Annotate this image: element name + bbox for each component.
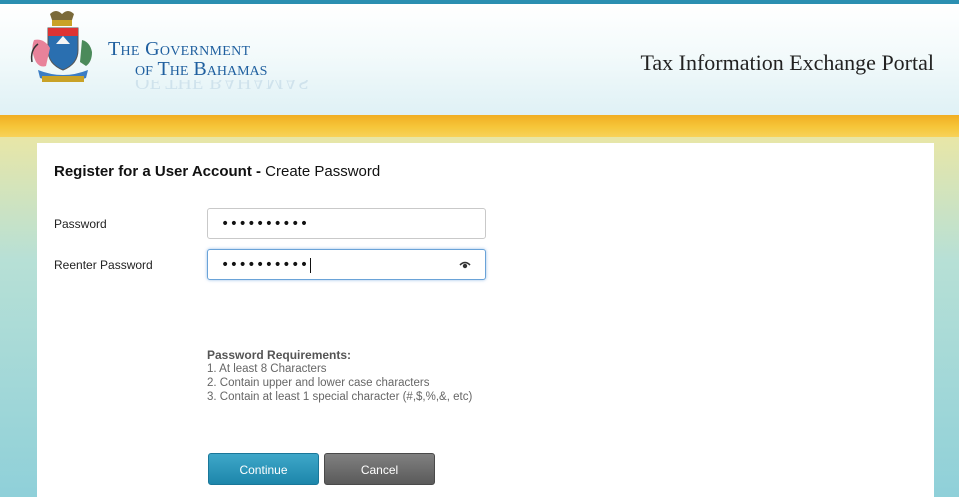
government-title-line2: of The Bahamas (135, 58, 268, 80)
reenter-password-field[interactable]: •••••••••• (207, 249, 486, 280)
bahamas-coat-of-arms-icon (30, 11, 92, 82)
password-value: •••••••••• (221, 216, 309, 232)
requirement-item: 3. Contain at least 1 special character … (207, 391, 473, 403)
requirement-item: 2. Contain upper and lower case characte… (207, 377, 430, 389)
reenter-password-label: Reenter Password (54, 258, 153, 272)
page-title: Register for a User Account - Create Pas… (54, 163, 380, 180)
gold-band (0, 115, 959, 137)
page-title-subtitle: Create Password (261, 163, 381, 180)
password-requirements: Password Requirements: 1. At least 8 Cha… (207, 348, 472, 404)
password-field[interactable]: •••••••••• (207, 208, 486, 239)
text-caret (309, 257, 311, 273)
registration-panel: Register for a User Account - Create Pas… (37, 143, 934, 497)
eye-reveal-icon[interactable] (459, 260, 471, 270)
page-title-bold: Register for a User Account - (54, 163, 261, 180)
password-label: Password (54, 217, 107, 231)
government-title: The Government of The Bahamas (108, 39, 328, 79)
reenter-password-value: •••••••••• (221, 257, 311, 273)
cancel-button[interactable]: Cancel (324, 453, 435, 485)
government-title-line1: The Government (108, 38, 251, 60)
continue-button[interactable]: Continue (208, 453, 319, 485)
reenter-password-dots: •••••••••• (221, 257, 309, 273)
requirements-title: Password Requirements: (207, 348, 352, 362)
portal-title: Tax Information Exchange Portal (640, 50, 934, 75)
government-title-reflection: OF THE BAHAMAS (135, 80, 310, 92)
requirement-item: 1. At least 8 Characters (207, 363, 327, 375)
page-header: The Government of The Bahamas OF THE BAH… (0, 0, 959, 115)
